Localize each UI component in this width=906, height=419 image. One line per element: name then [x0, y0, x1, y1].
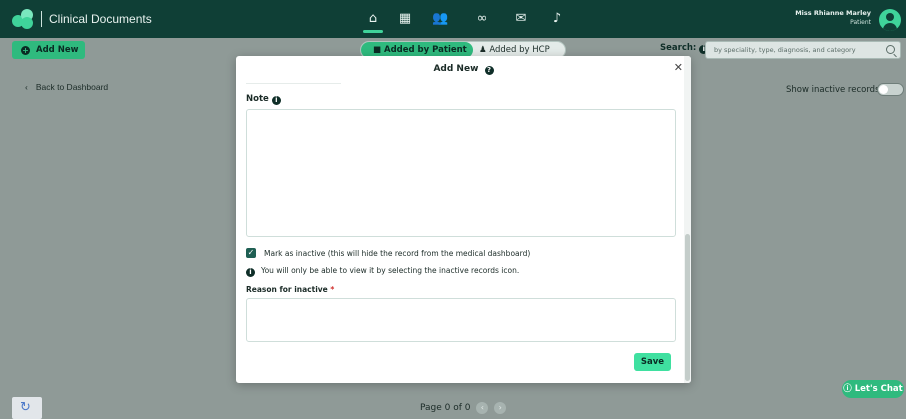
reason-label: Reason for inactive * [246, 285, 334, 294]
next-page-button[interactable]: › [494, 402, 507, 414]
tab-added-by-hcp-label: Added by HCP [489, 45, 550, 55]
calendar-icon[interactable]: ▦ [397, 11, 413, 27]
modal-title: Add New ? [236, 64, 691, 75]
divider [246, 83, 341, 84]
avatar[interactable] [879, 9, 901, 31]
people-icon[interactable]: 👥 [432, 11, 448, 27]
note-label: Note i [246, 94, 281, 105]
link-icon[interactable]: ∞ [474, 11, 490, 27]
top-header: Clinical Documents ⌂ ▦ 👥 ∞ ✉ ♪ Miss Rhia… [0, 0, 906, 38]
search-label: Search: i [660, 43, 709, 54]
show-inactive-label: Show inactive records [786, 85, 880, 95]
lets-chat-label: Let's Chat [854, 384, 903, 394]
search-input[interactable]: by speciality, type, diagnosis, and cate… [705, 41, 901, 59]
note-label-text: Note [246, 94, 269, 104]
home-icon[interactable]: ⌂ [363, 11, 383, 33]
info-message-text: You will only be able to view it by sele… [261, 266, 520, 275]
plus-icon: + [21, 46, 30, 55]
save-button[interactable]: Save [634, 353, 671, 371]
pagination-text: Page 0 of 0 [420, 403, 471, 413]
reason-label-text: Reason for inactive [246, 285, 328, 294]
add-new-label: Add New [36, 45, 79, 55]
prev-page-button[interactable]: ‹ [476, 402, 489, 414]
search-label-text: Search: [660, 43, 697, 53]
lets-chat-button[interactable]: ⓘ Let's Chat [842, 380, 904, 398]
help-icon: ⓘ [843, 384, 855, 394]
add-new-modal: Add New ? ✕ Note i ✓ Mark as inactive (t… [236, 56, 691, 383]
search-icon[interactable] [886, 45, 895, 54]
patient-tab-icon: ■ [373, 45, 384, 55]
note-textarea[interactable] [246, 109, 676, 237]
info-icon[interactable]: ? [484, 66, 494, 75]
user-role: Patient [850, 19, 871, 26]
chevron-left-icon: ‹ [25, 82, 28, 92]
recaptcha-badge[interactable] [12, 397, 42, 419]
back-to-dashboard-link[interactable]: ‹ Back to Dashboard [25, 82, 108, 92]
bell-icon[interactable]: ♪ [549, 11, 565, 27]
app-logo[interactable] [12, 9, 34, 29]
info-icon[interactable]: i [271, 96, 281, 105]
add-new-button[interactable]: + Add New [12, 41, 85, 59]
user-name: Miss Rhianne Marley [795, 9, 871, 17]
reason-textarea[interactable] [246, 298, 676, 342]
show-inactive-toggle[interactable] [877, 83, 904, 96]
back-to-dashboard-label: Back to Dashboard [35, 82, 109, 92]
inactive-info-message: i You will only be able to view it by sel… [246, 266, 519, 277]
mark-inactive-label: Mark as inactive (this will hide the rec… [264, 249, 531, 258]
scrollbar-thumb[interactable] [685, 234, 690, 381]
person-icon: ♟ [479, 45, 490, 55]
close-icon[interactable]: ✕ [674, 61, 683, 74]
required-marker: * [330, 285, 335, 294]
tab-added-by-patient-label: Added by Patient [384, 45, 467, 55]
modal-title-text: Add New [433, 64, 479, 74]
mail-icon[interactable]: ✉ [513, 11, 529, 27]
search-placeholder: by speciality, type, diagnosis, and cate… [714, 46, 856, 54]
mark-inactive-checkbox[interactable]: ✓ [246, 248, 256, 258]
header-divider [41, 11, 42, 27]
app-title: Clinical Documents [49, 12, 152, 26]
pagination: Page 0 of 0 ‹ › [420, 402, 507, 414]
info-icon: i [246, 268, 255, 277]
